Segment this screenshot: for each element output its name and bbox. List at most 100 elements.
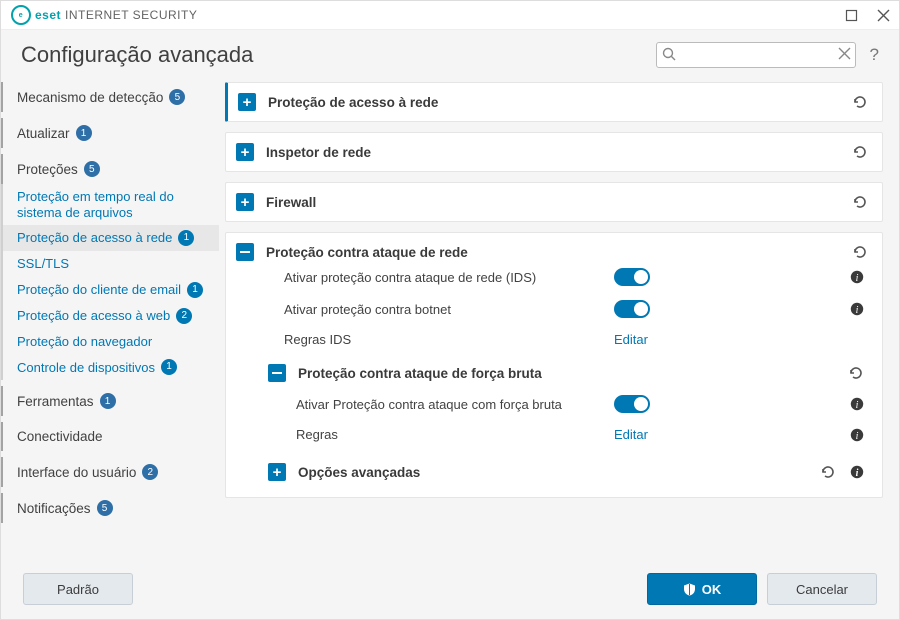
undo-icon: [852, 94, 868, 110]
badge: 5: [84, 161, 100, 177]
subsection-title: Proteção contra ataque de força bruta: [298, 366, 542, 381]
subsection-advanced: + Opções avançadas i: [236, 449, 868, 487]
reset-button[interactable]: [852, 144, 868, 160]
badge: 5: [97, 500, 113, 516]
sidebar-sub-network-access[interactable]: Proteção de acesso à rede1: [1, 225, 219, 251]
search-field: [656, 42, 856, 68]
edit-bruteforce-rules-link[interactable]: Editar: [614, 427, 648, 442]
sidebar-sub-web[interactable]: Proteção de acesso à web2: [1, 303, 219, 329]
panel-network-access: + Proteção de acesso à rede: [225, 82, 883, 122]
svg-text:i: i: [856, 400, 859, 411]
info-icon: i: [850, 302, 864, 316]
collapse-icon[interactable]: [236, 243, 254, 261]
footer: Padrão OK Cancelar: [1, 559, 899, 619]
help-button[interactable]: ?: [870, 45, 879, 65]
info-button[interactable]: i: [850, 397, 864, 411]
info-button[interactable]: i: [850, 270, 864, 284]
info-icon: i: [850, 428, 864, 442]
badge: 1: [187, 282, 203, 298]
ok-button[interactable]: OK: [647, 573, 757, 605]
square-icon: [846, 10, 857, 21]
sidebar-sub-ssl[interactable]: SSL/TLS: [1, 251, 219, 277]
sidebar-item-connectivity[interactable]: Conectividade: [1, 422, 219, 451]
sidebar-sub-device[interactable]: Controle de dispositivos1: [1, 354, 219, 380]
badge: 1: [161, 359, 177, 375]
default-button[interactable]: Padrão: [23, 573, 133, 605]
sidebar-sub-browser[interactable]: Proteção do navegador: [1, 329, 219, 355]
sidebar-item-update[interactable]: Atualizar1: [1, 118, 219, 148]
sidebar-sub-realtime[interactable]: Proteção em tempo real do sistema de arq…: [1, 184, 219, 225]
panel-title: Proteção contra ataque de rede: [266, 245, 468, 260]
undo-icon: [852, 194, 868, 210]
brand-text: eset: [35, 8, 61, 22]
shield-icon: [683, 583, 696, 596]
setting-label: Ativar proteção contra ataque de rede (I…: [284, 270, 604, 285]
close-icon: [878, 10, 889, 21]
sidebar-item-ui[interactable]: Interface do usuário2: [1, 457, 219, 487]
badge: 1: [76, 125, 92, 141]
expand-icon[interactable]: +: [268, 463, 286, 481]
toggle-bruteforce[interactable]: [614, 395, 650, 413]
reset-button[interactable]: [852, 244, 868, 260]
subsection-bruteforce: Proteção contra ataque de força bruta: [236, 354, 868, 388]
badge: 2: [176, 308, 192, 324]
expand-icon[interactable]: +: [236, 193, 254, 211]
window-maximize-button[interactable]: [835, 1, 867, 29]
brand-logo: e eset: [11, 5, 61, 25]
sidebar-item-detection[interactable]: Mecanismo de detecção5: [1, 82, 219, 112]
undo-icon: [852, 144, 868, 160]
info-button[interactable]: i: [850, 302, 864, 316]
badge: 5: [169, 89, 185, 105]
reset-button[interactable]: [820, 464, 836, 480]
badge: 1: [178, 230, 194, 246]
window-close-button[interactable]: [867, 1, 899, 29]
info-icon: i: [850, 270, 864, 284]
sidebar-item-tools[interactable]: Ferramentas1: [1, 386, 219, 416]
row-bruteforce-rules: Regras Editar i: [236, 420, 868, 449]
svg-text:i: i: [856, 305, 859, 316]
cancel-button[interactable]: Cancelar: [767, 573, 877, 605]
header: Configuração avançada ?: [1, 30, 899, 82]
subsection-title: Opções avançadas: [298, 465, 420, 480]
reset-button[interactable]: [848, 365, 864, 381]
expand-icon[interactable]: +: [238, 93, 256, 111]
row-ids-rules: Regras IDS Editar: [236, 325, 868, 354]
svg-text:i: i: [856, 468, 859, 479]
edit-ids-rules-link[interactable]: Editar: [614, 332, 648, 347]
row-enable-botnet: Ativar proteção contra botnet i: [236, 293, 868, 325]
reset-button[interactable]: [852, 94, 868, 110]
search-input[interactable]: [656, 42, 856, 68]
content-area: + Proteção de acesso à rede + Inspetor d…: [225, 82, 885, 559]
panel-firewall: + Firewall: [225, 182, 883, 222]
clear-search-button[interactable]: [839, 47, 850, 62]
titlebar: e eset INTERNET SECURITY: [1, 1, 899, 30]
info-button[interactable]: i: [850, 465, 864, 479]
sidebar-item-protections[interactable]: Proteções5: [1, 154, 219, 184]
panel-network-inspector: + Inspetor de rede: [225, 132, 883, 172]
reset-button[interactable]: [852, 194, 868, 210]
sidebar-item-notifications[interactable]: Notificações5: [1, 493, 219, 523]
setting-label: Ativar proteção contra botnet: [284, 302, 604, 317]
badge: 1: [100, 393, 116, 409]
svg-text:i: i: [856, 273, 859, 284]
panel-title: Proteção de acesso à rede: [268, 95, 438, 110]
toggle-ids[interactable]: [614, 268, 650, 286]
info-button[interactable]: i: [850, 428, 864, 442]
expand-icon[interactable]: +: [236, 143, 254, 161]
setting-label: Regras IDS: [284, 332, 604, 347]
undo-icon: [852, 244, 868, 260]
info-icon: i: [850, 465, 864, 479]
row-enable-ids: Ativar proteção contra ataque de rede (I…: [236, 261, 868, 293]
x-icon: [839, 48, 850, 59]
sidebar-sub-email[interactable]: Proteção do cliente de email1: [1, 277, 219, 303]
svg-text:i: i: [856, 431, 859, 442]
row-enable-bruteforce: Ativar Proteção contra ataque com força …: [236, 388, 868, 420]
toggle-botnet[interactable]: [614, 300, 650, 318]
undo-icon: [820, 464, 836, 480]
collapse-icon[interactable]: [268, 364, 286, 382]
info-icon: i: [850, 397, 864, 411]
panel-network-attack: Proteção contra ataque de rede Ativar pr…: [225, 232, 883, 498]
undo-icon: [848, 365, 864, 381]
badge: 2: [142, 464, 158, 480]
setting-label: Regras: [296, 427, 604, 442]
